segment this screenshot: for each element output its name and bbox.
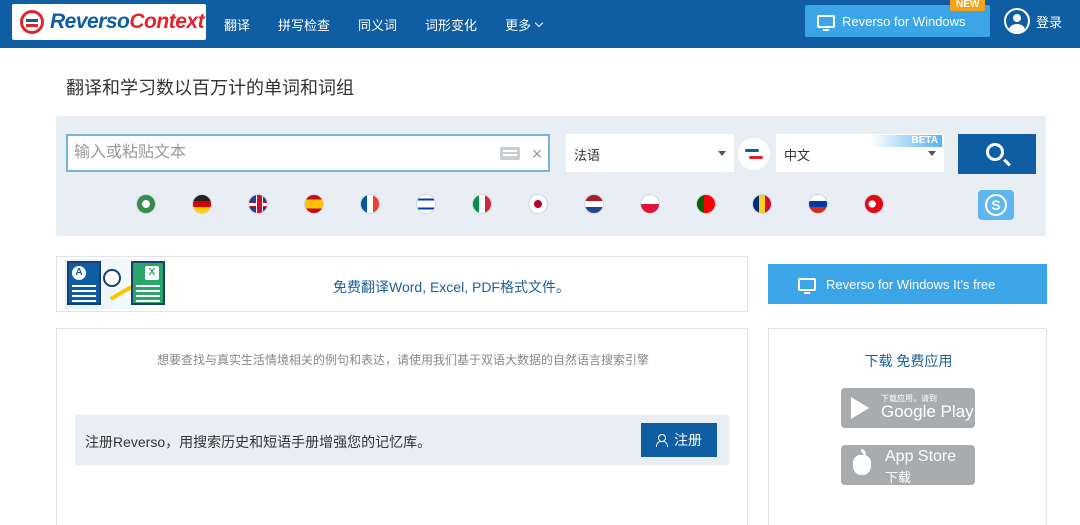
chevron-down-icon	[534, 18, 544, 27]
search-icon	[986, 143, 1004, 161]
flag-romanian-icon[interactable]	[752, 194, 772, 214]
search-button[interactable]	[958, 134, 1036, 174]
flag-japanese-icon[interactable]	[528, 194, 548, 214]
flag-english-icon[interactable]	[248, 194, 268, 214]
flag-hebrew-icon[interactable]	[416, 194, 436, 214]
pen-icon	[109, 285, 133, 301]
reverso-logo-icon	[20, 10, 44, 34]
app-store-button[interactable]: App Store 下载	[841, 445, 975, 485]
nav-translate[interactable]: 翻译	[224, 15, 250, 34]
register-button[interactable]: 注册	[641, 423, 717, 457]
swap-arrows-icon	[745, 146, 763, 162]
source-language-select[interactable]: 法语	[566, 134, 734, 172]
main-nav: 翻译 拼写检查 同义词 词形变化 更多	[224, 0, 570, 48]
nav-spell-check[interactable]: 拼写检查	[278, 15, 330, 34]
swap-languages-button[interactable]	[738, 138, 770, 170]
document-translation-text: 免费翻译Word, Excel, PDF格式文件。	[333, 279, 570, 295]
monitor-download-icon	[798, 277, 816, 294]
app-download-panel: 下载 免费应用 下载应用，请到 Google Play App Store 下载	[768, 328, 1047, 525]
login-button[interactable]: 登录	[1004, 8, 1062, 34]
document-x-icon: X	[131, 261, 165, 305]
app-download-title: 下载 免费应用	[864, 353, 953, 369]
register-bar: 注册Reverso，用搜索历史和短语手册增强您的记忆库。 注册	[75, 415, 729, 465]
flag-portuguese-icon[interactable]	[696, 194, 716, 214]
new-badge: NEW	[950, 0, 986, 11]
flag-turkish-icon[interactable]	[864, 194, 884, 214]
close-icon[interactable]: ×	[528, 142, 546, 166]
google-play-icon	[851, 397, 869, 419]
reverso-windows-free-button[interactable]: Reverso for Windows It's free	[768, 264, 1047, 304]
search-input[interactable]	[74, 136, 494, 170]
monitor-download-icon	[817, 14, 835, 31]
target-language-select[interactable]: BETA 中文	[776, 134, 944, 172]
logo-text: ReversoContext	[50, 10, 205, 33]
apple-icon	[853, 449, 871, 475]
keyboard-icon[interactable]	[500, 147, 520, 160]
search-input-wrapper: ×	[66, 134, 550, 172]
language-flags	[136, 194, 920, 216]
context-panel: 想要查找与真实生活情境相关的例句和表达，请使用我们基于双语大数据的自然语言搜索引…	[56, 328, 748, 525]
flag-russian-icon[interactable]	[808, 194, 828, 214]
flag-german-icon[interactable]	[192, 194, 212, 214]
page-tagline: 翻译和学习数以百万计的单词和词组	[66, 78, 354, 98]
flag-spanish-icon[interactable]	[304, 194, 324, 214]
caret-down-icon	[718, 151, 726, 156]
beta-badge: BETA	[870, 135, 942, 147]
reverso-logo[interactable]: ReversoContext	[12, 4, 206, 40]
context-description: 想要查找与真实生活情境相关的例句和表达，请使用我们基于双语大数据的自然语言搜索引…	[156, 353, 649, 367]
register-text: 注册Reverso，用搜索历史和短语手册增强您的记忆库。	[85, 434, 432, 450]
nav-conjugation[interactable]: 词形变化	[425, 15, 477, 34]
document-illustration: A X	[65, 259, 169, 309]
nav-synonyms[interactable]: 同义词	[358, 15, 397, 34]
reverso-small-icon	[103, 269, 121, 287]
nav-more[interactable]: 更多	[505, 15, 544, 34]
flag-french-icon[interactable]	[360, 194, 380, 214]
flag-polish-icon[interactable]	[640, 194, 660, 214]
top-header: ReversoContext 翻译 拼写检查 同义词 词形变化 更多 Rever…	[0, 0, 1080, 48]
document-a-icon: A	[67, 261, 101, 305]
search-panel: × 法语 BETA 中文 S	[56, 116, 1046, 236]
user-icon	[1004, 8, 1030, 34]
flag-dutch-icon[interactable]	[584, 194, 604, 214]
document-translation-banner[interactable]: A X 免费翻译Word, Excel, PDF格式文件。	[56, 256, 748, 312]
person-add-icon	[656, 434, 668, 447]
flag-italian-icon[interactable]	[472, 194, 492, 214]
google-play-button[interactable]: 下载应用，请到 Google Play	[841, 388, 975, 428]
flag-arabic-icon[interactable]	[136, 194, 156, 214]
caret-down-icon	[928, 151, 936, 156]
skype-icon[interactable]: S	[978, 190, 1014, 220]
